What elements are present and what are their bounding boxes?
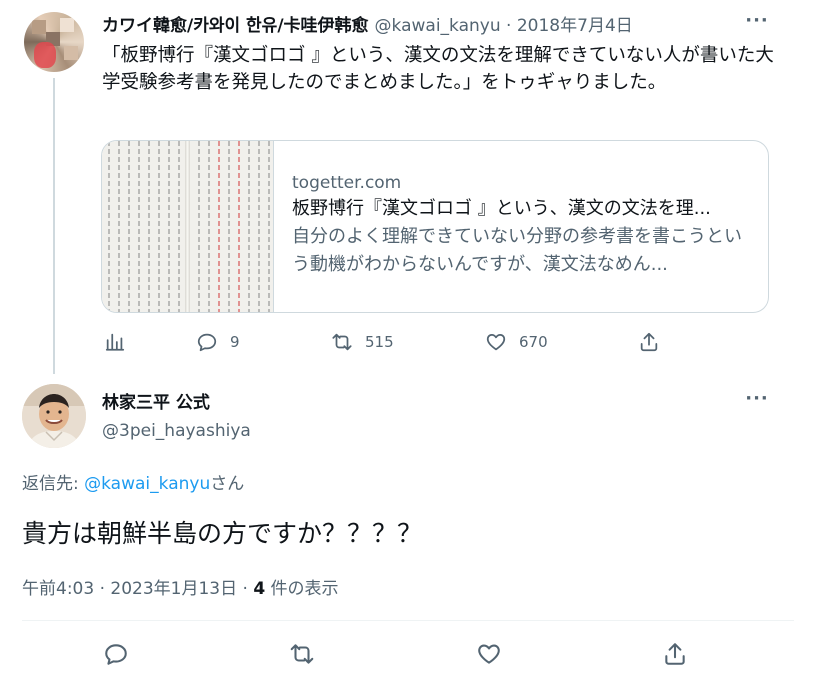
parent-date[interactable]: 2018年7月4日 <box>517 16 633 36</box>
replying-to-suffix: さん <box>210 474 245 494</box>
link-card-thumbnail <box>102 141 274 312</box>
like-count: 670 <box>519 333 548 351</box>
reply-timestamp[interactable]: 午前4:03 · 2023年1月13日 · <box>22 579 253 599</box>
share-icon <box>640 332 658 352</box>
reply-retweet-button[interactable] <box>289 641 315 667</box>
reply-icon <box>197 333 217 352</box>
replying-to-mention[interactable]: @kawai_kanyu <box>84 474 210 494</box>
reply-count: 9 <box>230 333 240 351</box>
parent-retweet-button[interactable]: 515 <box>331 331 394 353</box>
reply-tweet-text: 貴方は朝鮮半島の方ですか？？？？ <box>22 519 423 548</box>
reply-avatar[interactable] <box>22 384 86 448</box>
reply-share-button[interactable] <box>662 641 688 667</box>
link-card-description: 自分のよく理解できていない分野の参考書を書こうという動機がわからないんですが、漢… <box>292 226 742 275</box>
link-card[interactable]: togetter.com 板野博行『漢文ゴロゴ 』という、漢文の文法を理... … <box>101 140 769 313</box>
reply-author-handle[interactable]: @3pei_hayashiya <box>102 419 251 443</box>
reply-reply-button[interactable] <box>103 641 129 667</box>
retweet-icon <box>290 644 314 664</box>
parent-avatar[interactable] <box>24 12 84 72</box>
parent-share-button[interactable] <box>638 331 660 353</box>
reply-meta: 午前4:03 · 2023年1月13日 · 4 件の表示 <box>22 577 339 601</box>
heart-icon <box>486 333 506 351</box>
link-card-title: 板野博行『漢文ゴロゴ 』という、漢文の文法を理... <box>292 198 711 219</box>
heart-icon <box>478 644 500 664</box>
parent-author-handle[interactable]: @kawai_kanyu <box>375 16 501 36</box>
analytics-icon <box>105 333 125 351</box>
views-label: 件の表示 <box>265 579 339 599</box>
parent-reply-button[interactable]: 9 <box>196 331 240 353</box>
retweet-icon <box>332 333 352 351</box>
divider <box>22 620 794 621</box>
reply-icon <box>105 644 127 665</box>
retweet-count: 515 <box>365 333 394 351</box>
replying-to-label: 返信先: <box>22 474 85 494</box>
link-card-domain: togetter.com <box>292 173 402 193</box>
views-button[interactable] <box>104 331 126 353</box>
parent-more-button[interactable]: ··· <box>742 12 772 36</box>
reply-more-button[interactable]: ··· <box>742 390 772 414</box>
thread-line <box>53 78 55 374</box>
views-count: 4 <box>253 579 266 599</box>
parent-tweet-text: 「板野博行『漢文ゴロゴ 』という、漢文の文法を理解できていない人が書いた大学受験… <box>102 45 774 93</box>
share-icon <box>665 643 685 665</box>
parent-author-name[interactable]: カワイ韓愈/카와이 한유/卡哇伊韩愈 <box>102 16 369 36</box>
meta-separator: · <box>506 16 512 36</box>
reply-author-name[interactable]: 林家三平 公式 <box>102 391 210 415</box>
parent-header: カワイ韓愈/카와이 한유/卡哇伊韩愈 @kawai_kanyu · 2018年7月… <box>102 14 633 38</box>
reply-like-button[interactable] <box>476 641 502 667</box>
parent-like-button[interactable]: 670 <box>485 331 548 353</box>
replying-to-line: 返信先: @kawai_kanyuさん <box>22 472 244 496</box>
